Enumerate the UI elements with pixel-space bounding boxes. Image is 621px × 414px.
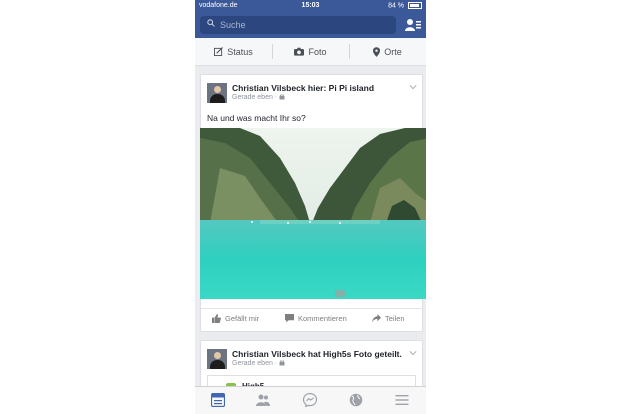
comment-label: Kommentieren	[298, 314, 347, 323]
tab-bar	[195, 386, 426, 414]
audience-icon	[279, 94, 285, 100]
post-timestamp: Gerade eben ·	[232, 360, 285, 367]
post-photo[interactable]	[200, 128, 426, 299]
like-button[interactable]: Gefällt mir	[212, 314, 259, 323]
avatar[interactable]	[207, 83, 227, 103]
comment-icon	[285, 314, 294, 323]
avatar-head	[214, 86, 221, 93]
post-actions: Gefällt mir Kommentieren Teilen	[201, 308, 422, 331]
globe-icon[interactable]	[349, 393, 363, 407]
edit-icon	[214, 47, 224, 56]
post-author[interactable]: Christian Vilsbeck hier: Pi Pi island	[232, 83, 374, 93]
battery-label: 84 %	[388, 2, 405, 10]
search-placeholder: Suche	[220, 20, 246, 30]
camera-icon	[294, 47, 305, 56]
share-label: Teilen	[385, 314, 405, 323]
like-label: Gefällt mir	[225, 314, 260, 323]
share-button[interactable]: Teilen	[372, 314, 405, 323]
chevron-down-icon[interactable]	[409, 349, 417, 357]
status-bar: vodafone.de 15:03 84 %	[195, 0, 426, 12]
share-icon	[372, 314, 381, 323]
search-input[interactable]: Suche	[200, 16, 396, 34]
avatar-head	[214, 352, 221, 359]
photo-label: Foto	[308, 46, 327, 57]
places-label: Orte	[384, 46, 402, 57]
location-pin-icon	[373, 46, 381, 57]
battery-icon	[408, 2, 422, 9]
avatar-body	[210, 94, 225, 103]
friends-icon[interactable]	[256, 393, 270, 407]
photo-button[interactable]: Foto	[272, 38, 349, 65]
chevron-down-icon[interactable]	[409, 83, 417, 91]
places-button[interactable]: Orte	[349, 38, 426, 65]
avatar-body	[210, 360, 225, 369]
battery-indicator: 84 %	[388, 2, 422, 9]
post-time: Gerade eben ·	[232, 94, 280, 101]
news-feed-icon[interactable]	[211, 393, 225, 407]
post-time: Gerade eben ·	[232, 360, 280, 367]
friend-requests-icon[interactable]	[405, 17, 421, 33]
phone-screen: vodafone.de 15:03 84 % Suche Status Foto…	[195, 0, 426, 414]
comment-button[interactable]: Kommentieren	[285, 314, 347, 323]
search-icon	[207, 19, 215, 27]
messenger-icon[interactable]	[303, 393, 317, 407]
menu-icon[interactable]	[395, 393, 409, 407]
status-label: Status	[227, 46, 253, 57]
feed-post: Christian Vilsbeck hier: Pi Pi island Ge…	[200, 74, 426, 332]
thumbs-up-icon	[212, 314, 221, 323]
post-timestamp: Gerade eben ·	[232, 94, 285, 101]
top-bar: Suche	[195, 12, 426, 38]
avatar[interactable]	[207, 349, 227, 369]
status-button[interactable]: Status	[195, 38, 272, 65]
post-text: Na und was macht Ihr so?	[207, 113, 306, 123]
post-author[interactable]: Christian Vilsbeck hat High5s Foto getei…	[232, 349, 402, 359]
composer-bar: Status Foto Orte	[195, 38, 426, 66]
audience-icon	[279, 360, 285, 366]
